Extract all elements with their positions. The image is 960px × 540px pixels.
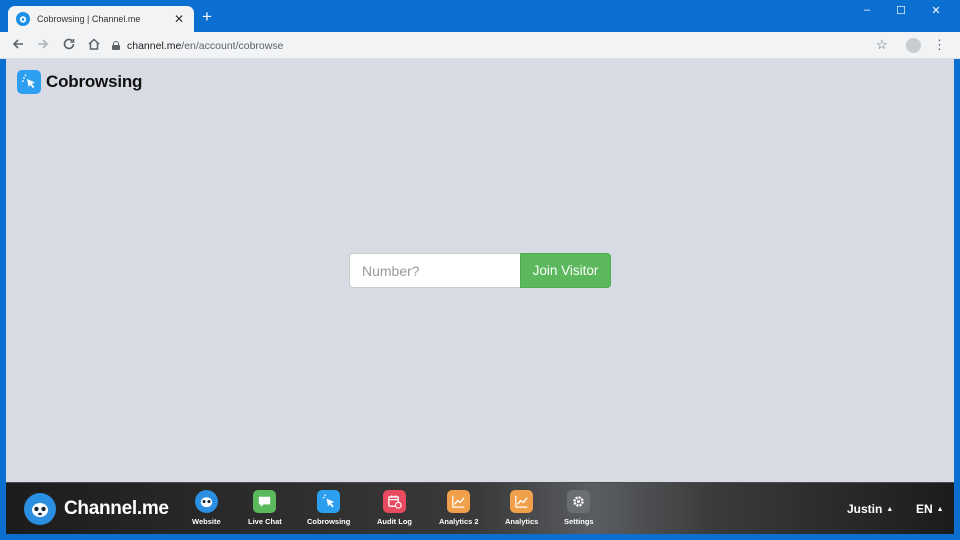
caret-up-icon: ▲: [886, 506, 894, 513]
app-bar: Channel.me Website Live Chat Cobrowsing …: [6, 482, 954, 534]
lock-icon: [112, 41, 120, 50]
browser-titlebar: Cobrowsing | Channel.me ✕ + – ☐ ✕: [0, 0, 960, 32]
forward-button[interactable]: [34, 37, 52, 55]
visitor-number-input[interactable]: [349, 253, 520, 288]
page-content: Cobrowsing Join Visitor: [6, 59, 954, 482]
line-chart-icon: [447, 490, 471, 513]
channel-favicon-icon: [16, 12, 30, 26]
app-label: Live Chat: [248, 517, 282, 526]
maximize-button[interactable]: ☐: [886, 4, 916, 17]
page-header: Cobrowsing: [17, 70, 142, 94]
reload-icon: [63, 38, 75, 50]
cursor-click-icon: [317, 490, 341, 513]
home-button[interactable]: [85, 37, 103, 55]
url-path: /en/account/cobrowse: [181, 39, 284, 52]
app-label: Website: [192, 517, 221, 526]
join-visitor-form: Join Visitor: [349, 253, 611, 288]
back-button[interactable]: [9, 37, 27, 55]
tab-title: Cobrowsing | Channel.me: [37, 14, 141, 24]
profile-avatar[interactable]: [906, 38, 921, 53]
app-audit-log[interactable]: Audit Log: [377, 490, 412, 526]
new-tab-button[interactable]: +: [202, 8, 212, 25]
browser-menu-icon[interactable]: ⋮: [933, 37, 946, 53]
arrow-right-icon: [38, 39, 49, 49]
chat-bubble-icon: [253, 490, 277, 513]
tab-close-icon[interactable]: ✕: [172, 12, 186, 26]
close-window-button[interactable]: ✕: [921, 4, 951, 17]
app-label: Analytics: [505, 517, 539, 526]
app-label: Analytics 2: [439, 517, 479, 526]
app-cobrowsing[interactable]: Cobrowsing: [307, 490, 350, 526]
brand[interactable]: Channel.me: [24, 493, 169, 525]
app-settings[interactable]: Settings: [564, 490, 594, 526]
minimize-button[interactable]: –: [852, 4, 882, 16]
arrow-left-icon: [12, 39, 23, 49]
gear-icon: [567, 490, 591, 513]
browser-tab[interactable]: Cobrowsing | Channel.me ✕: [8, 6, 194, 32]
app-label: Settings: [564, 517, 594, 526]
calendar-clock-icon: [383, 490, 406, 513]
user-name: Justin: [847, 502, 883, 516]
home-icon: [88, 38, 100, 50]
app-label: Cobrowsing: [307, 517, 351, 526]
address-bar[interactable]: channel.me/en/account/cobrowse: [112, 36, 860, 55]
user-menu[interactable]: Justin ▲: [847, 502, 893, 516]
join-visitor-button[interactable]: Join Visitor: [520, 253, 611, 288]
app-label: Audit Log: [377, 517, 412, 526]
language-menu[interactable]: EN ▲: [916, 502, 944, 516]
reload-button[interactable]: [60, 37, 78, 55]
caret-up-icon: ▲: [936, 506, 944, 513]
page-title: Cobrowsing: [46, 72, 143, 91]
channel-logo-icon: [24, 493, 56, 525]
line-chart-icon: [510, 490, 534, 513]
browser-frame-bottom: [0, 534, 960, 540]
cursor-click-icon: [17, 70, 41, 94]
app-live-chat[interactable]: Live Chat: [248, 490, 282, 526]
url-host: channel.me: [127, 39, 182, 52]
bookmark-star-icon[interactable]: ☆: [876, 37, 888, 53]
brand-name: Channel.me: [64, 498, 169, 519]
app-analytics[interactable]: Analytics: [505, 490, 538, 526]
language-code: EN: [916, 502, 933, 516]
browser-toolbar: channel.me/en/account/cobrowse ☆ ⋮: [0, 32, 960, 59]
channel-logo-icon: [194, 490, 218, 513]
app-analytics-2[interactable]: Analytics 2: [439, 490, 479, 526]
app-website[interactable]: Website: [192, 490, 221, 526]
